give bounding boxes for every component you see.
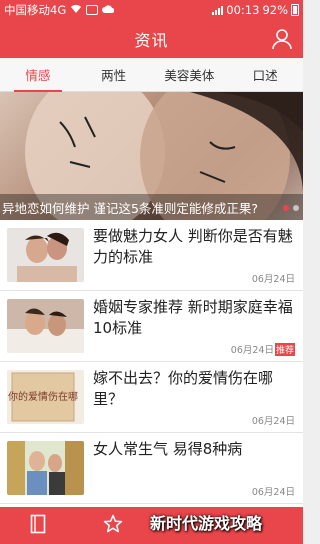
time-text: 00:13 [226,3,260,17]
star-icon [103,514,123,538]
list-item[interactable]: 女人常生气 易得8种病 06月24日 [0,433,303,504]
carousel-dot[interactable] [283,205,289,211]
carousel-dots [283,205,299,211]
signal-icon [212,5,224,15]
tab-beauty[interactable]: 美容美体 [152,58,228,91]
article-thumbnail [7,299,84,353]
article-date: 06月24日 [251,416,295,427]
article-date: 06月24日 [230,345,274,356]
article-meta: 06月24日 推荐 [231,342,295,356]
list-item[interactable]: 你的爱情伤在哪 嫁不出去？你的爱情伤在哪里？ 06月24日 [0,362,303,433]
recommend-badge: 推荐 [274,342,295,356]
article-title: 婚姻专家推荐 新时期家庭幸福10标准 [93,298,293,337]
article-meta: 06月24日 [252,413,295,427]
article-title: 女人常生气 易得8种病 [93,440,243,458]
user-icon[interactable] [271,28,293,50]
list-item[interactable]: 要做魅力女人 判断你是否有魅力的标准 06月24日 [0,220,303,291]
thumbnail-text: 你的爱情伤在哪 [8,390,78,403]
article-title: 嫁不出去？你的爱情伤在哪里？ [93,369,274,408]
tab-emotion[interactable]: 情感 [0,58,76,92]
article-thumbnail [7,441,84,495]
article-list: 要做魅力女人 判断你是否有魅力的标准 06月24日 婚姻专家推荐 新时期家庭幸福… [0,220,303,507]
cloud-icon [102,3,115,17]
book-icon [30,514,46,538]
article-thumbnail [7,228,84,282]
battery-icon [291,4,299,16]
banner-carousel[interactable]: 异地恋如何维护 谨记这5条准则定能修成正果? [0,92,303,220]
page-title: 资讯 [134,31,169,50]
article-thumbnail: 你的爱情伤在哪 [7,370,84,424]
article-meta: 06月24日 [252,271,295,285]
notification-icon [86,5,99,15]
banner-caption: 异地恋如何维护 谨记这5条准则定能修成正果? [0,194,303,220]
list-item[interactable]: 婚姻专家推荐 新时期家庭幸福10标准 06月24日 推荐 [0,291,303,362]
article-date: 06月24日 [251,274,295,285]
carrier-text: 中国移动4G [4,3,67,17]
article-title: 要做魅力女人 判断你是否有魅力的标准 [93,227,293,266]
carousel-dot[interactable] [293,205,299,211]
article-meta: 06月24日 [252,484,295,498]
category-tabs: 情感 两性 美容美体 口述 [0,58,303,92]
watermark: 新时代游戏攻略 [150,514,263,533]
book-button[interactable] [0,507,75,544]
tab-oral[interactable]: 口述 [227,58,303,91]
article-date: 06月24日 [251,487,295,498]
wifi-icon [70,3,82,17]
app-header: 资讯 [0,20,303,58]
favorite-button[interactable] [75,507,150,544]
status-bar: 中国移动4G 00:13 92% [0,0,303,20]
tab-sex[interactable]: 两性 [76,58,152,91]
battery-text: 92% [262,3,288,17]
